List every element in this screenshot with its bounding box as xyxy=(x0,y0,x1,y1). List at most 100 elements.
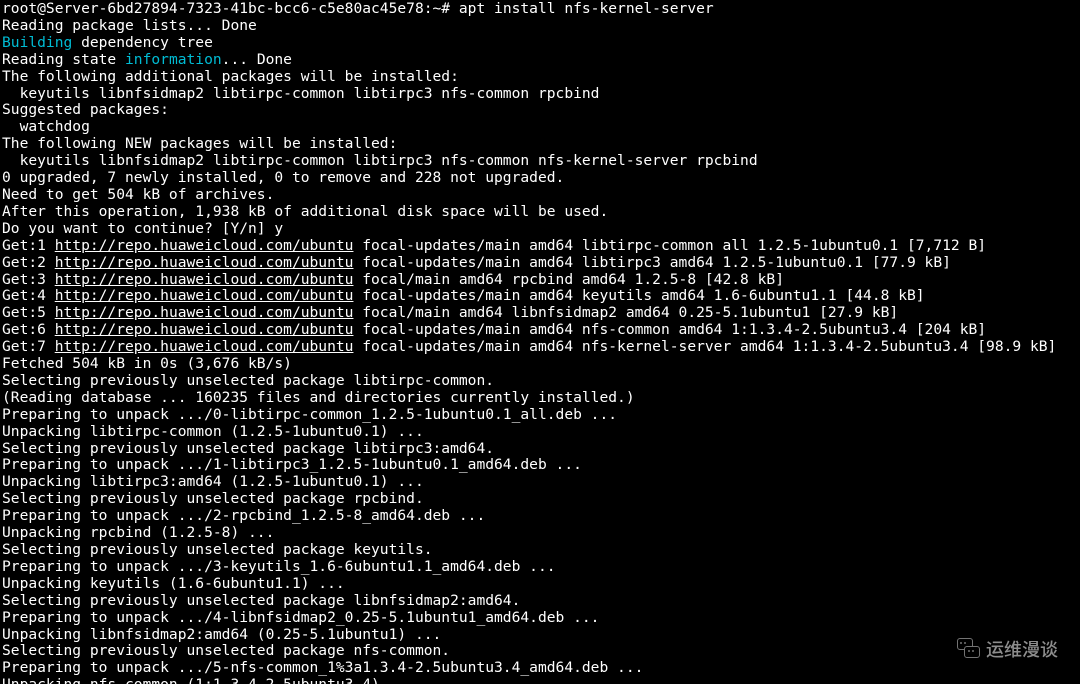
output-text: Selecting previously unselected package … xyxy=(2,490,424,507)
typed-command: apt install nfs-kernel-server xyxy=(459,0,714,17)
output-line: The following additional packages will b… xyxy=(2,69,1078,86)
output-text: Reading package lists... Done xyxy=(2,17,257,34)
repo-url-link[interactable]: http://repo.huaweicloud.com/ubuntu xyxy=(55,254,354,271)
output-text: Selecting previously unselected package … xyxy=(2,592,520,609)
output-line: Reading state information... Done xyxy=(2,52,1078,69)
output-line: Unpacking rpcbind (1.2.5-8) ... xyxy=(2,525,1078,542)
output-text: Get:5 xyxy=(2,304,55,321)
output-line: Selecting previously unselected package … xyxy=(2,491,1078,508)
output-line: Need to get 504 kB of archives. xyxy=(2,187,1078,204)
output-line: Selecting previously unselected package … xyxy=(2,643,1078,660)
output-line: Selecting previously unselected package … xyxy=(2,593,1078,610)
output-line: Preparing to unpack .../0-libtirpc-commo… xyxy=(2,407,1078,424)
output-text: Need to get 504 kB of archives. xyxy=(2,186,274,203)
output-line: Preparing to unpack .../4-libnfsidmap2_0… xyxy=(2,610,1078,627)
output-text: Get:2 xyxy=(2,254,55,271)
output-text: Selecting previously unselected package … xyxy=(2,642,450,659)
output-text: Preparing to unpack .../5-nfs-common_1%3… xyxy=(2,659,643,676)
output-line: Unpacking keyutils (1.6-6ubuntu1.1) ... xyxy=(2,576,1078,593)
output-line: Get:1 http://repo.huaweicloud.com/ubuntu… xyxy=(2,238,1078,255)
output-line: Preparing to unpack .../3-keyutils_1.6-6… xyxy=(2,559,1078,576)
output-text: Get:1 xyxy=(2,237,55,254)
output-text: Unpacking libtirpc3:amd64 (1.2.5-1ubuntu… xyxy=(2,473,424,490)
output-text: (Reading database ... 160235 files and d… xyxy=(2,389,635,406)
output-line: Suggested packages: xyxy=(2,102,1078,119)
output-line: Unpacking libtirpc-common (1.2.5-1ubuntu… xyxy=(2,424,1078,441)
output-text: Preparing to unpack .../3-keyutils_1.6-6… xyxy=(2,558,556,575)
output-line: Preparing to unpack .../2-rpcbind_1.2.5-… xyxy=(2,508,1078,525)
output-line: Preparing to unpack .../1-libtirpc3_1.2.… xyxy=(2,457,1078,474)
output-line: Get:6 http://repo.huaweicloud.com/ubuntu… xyxy=(2,322,1078,339)
terminal-output[interactable]: root@Server-6bd27894-7323-41bc-bcc6-c5e8… xyxy=(0,0,1080,684)
repo-url-link[interactable]: http://repo.huaweicloud.com/ubuntu xyxy=(55,304,354,321)
output-line: Get:3 http://repo.huaweicloud.com/ubuntu… xyxy=(2,272,1078,289)
output-text: Selecting previously unselected package … xyxy=(2,440,494,457)
repo-url-link[interactable]: http://repo.huaweicloud.com/ubuntu xyxy=(55,271,354,288)
output-text: Preparing to unpack .../1-libtirpc3_1.2.… xyxy=(2,456,582,473)
output-text: focal-updates/main amd64 libtirpc3 amd64… xyxy=(353,254,950,271)
output-line: Selecting previously unselected package … xyxy=(2,373,1078,390)
output-text: Unpacking libtirpc-common (1.2.5-1ubuntu… xyxy=(2,423,424,440)
output-text: Do you want to continue? [Y/n] y xyxy=(2,220,283,237)
output-text: Reading state xyxy=(2,51,125,68)
output-line: Unpacking libtirpc3:amd64 (1.2.5-1ubuntu… xyxy=(2,474,1078,491)
output-line: Selecting previously unselected package … xyxy=(2,542,1078,559)
shell-prompt: root@Server-6bd27894-7323-41bc-bcc6-c5e8… xyxy=(2,0,459,17)
output-text: ... Done xyxy=(222,51,292,68)
output-line: Unpacking libnfsidmap2:amd64 (0.25-5.1ub… xyxy=(2,627,1078,644)
output-line: Get:5 http://repo.huaweicloud.com/ubuntu… xyxy=(2,305,1078,322)
output-text: watchdog xyxy=(2,118,90,135)
output-text: The following NEW packages will be insta… xyxy=(2,135,397,152)
output-text: Preparing to unpack .../2-rpcbind_1.2.5-… xyxy=(2,507,485,524)
output-text: Suggested packages: xyxy=(2,101,169,118)
output-text: Get:6 xyxy=(2,321,55,338)
output-line: Fetched 504 kB in 0s (3,676 kB/s) xyxy=(2,356,1078,373)
repo-url-link[interactable]: http://repo.huaweicloud.com/ubuntu xyxy=(55,287,354,304)
output-text: focal-updates/main amd64 nfs-kernel-serv… xyxy=(353,338,1056,355)
repo-url-link[interactable]: http://repo.huaweicloud.com/ubuntu xyxy=(55,237,354,254)
output-line: The following NEW packages will be insta… xyxy=(2,136,1078,153)
output-text: focal-updates/main amd64 keyutils amd64 … xyxy=(353,287,924,304)
output-text: 0 upgraded, 7 newly installed, 0 to remo… xyxy=(2,169,564,186)
prompt-line[interactable]: root@Server-6bd27894-7323-41bc-bcc6-c5e8… xyxy=(2,1,1078,18)
output-text: Fetched 504 kB in 0s (3,676 kB/s) xyxy=(2,355,292,372)
output-text: The following additional packages will b… xyxy=(2,68,459,85)
output-line: Do you want to continue? [Y/n] y xyxy=(2,221,1078,238)
output-text: information xyxy=(125,51,222,68)
output-text: Building xyxy=(2,34,72,51)
output-text: Get:3 xyxy=(2,271,55,288)
output-line: Selecting previously unselected package … xyxy=(2,441,1078,458)
output-text: keyutils libnfsidmap2 libtirpc-common li… xyxy=(2,85,599,102)
output-text: After this operation, 1,938 kB of additi… xyxy=(2,203,608,220)
output-text: Unpacking libnfsidmap2:amd64 (0.25-5.1ub… xyxy=(2,626,441,643)
output-text: Selecting previously unselected package … xyxy=(2,372,494,389)
output-line: Get:2 http://repo.huaweicloud.com/ubuntu… xyxy=(2,255,1078,272)
repo-url-link[interactable]: http://repo.huaweicloud.com/ubuntu xyxy=(55,338,354,355)
output-line: After this operation, 1,938 kB of additi… xyxy=(2,204,1078,221)
output-line: Reading package lists... Done xyxy=(2,18,1078,35)
output-line: keyutils libnfsidmap2 libtirpc-common li… xyxy=(2,153,1078,170)
output-text: Unpacking nfs-common (1:1.3.4-2.5ubuntu3… xyxy=(2,676,415,684)
output-text: focal/main amd64 libnfsidmap2 amd64 0.25… xyxy=(353,304,898,321)
output-line: watchdog xyxy=(2,119,1078,136)
output-line: 0 upgraded, 7 newly installed, 0 to remo… xyxy=(2,170,1078,187)
output-text: Preparing to unpack .../0-libtirpc-commo… xyxy=(2,406,617,423)
output-text: focal-updates/main amd64 libtirpc-common… xyxy=(353,237,986,254)
output-line: Unpacking nfs-common (1:1.3.4-2.5ubuntu3… xyxy=(2,677,1078,684)
output-line: Get:7 http://repo.huaweicloud.com/ubuntu… xyxy=(2,339,1078,356)
output-text: Selecting previously unselected package … xyxy=(2,541,433,558)
repo-url-link[interactable]: http://repo.huaweicloud.com/ubuntu xyxy=(55,321,354,338)
output-text: focal-updates/main amd64 nfs-common amd6… xyxy=(353,321,986,338)
output-text: keyutils libnfsidmap2 libtirpc-common li… xyxy=(2,152,758,169)
output-text: focal/main amd64 rpcbind amd64 1.2.5-8 [… xyxy=(353,271,784,288)
output-line: Preparing to unpack .../5-nfs-common_1%3… xyxy=(2,660,1078,677)
output-line: keyutils libnfsidmap2 libtirpc-common li… xyxy=(2,86,1078,103)
output-text: Unpacking keyutils (1.6-6ubuntu1.1) ... xyxy=(2,575,345,592)
output-text: Get:4 xyxy=(2,287,55,304)
output-line: Building dependency tree xyxy=(2,35,1078,52)
output-line: (Reading database ... 160235 files and d… xyxy=(2,390,1078,407)
output-text: Get:7 xyxy=(2,338,55,355)
output-line: Get:4 http://repo.huaweicloud.com/ubuntu… xyxy=(2,288,1078,305)
output-text: Preparing to unpack .../4-libnfsidmap2_0… xyxy=(2,609,599,626)
output-text: Unpacking rpcbind (1.2.5-8) ... xyxy=(2,524,274,541)
